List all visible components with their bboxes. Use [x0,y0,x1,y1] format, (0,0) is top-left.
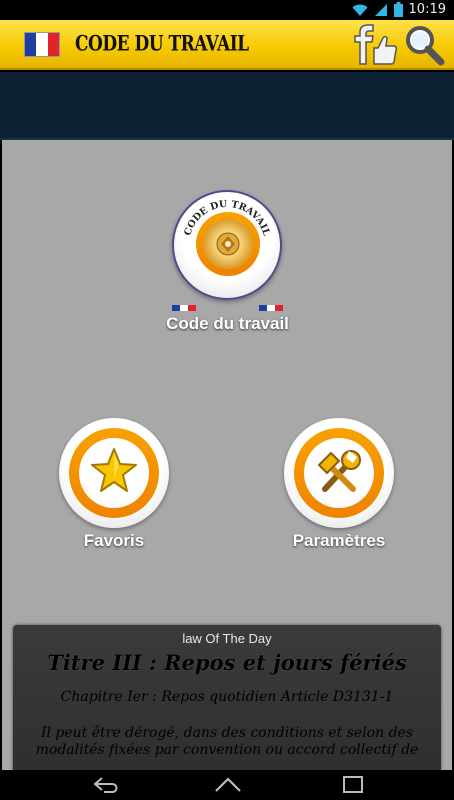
wifi-icon [352,4,368,16]
recent-apps-icon[interactable] [342,775,366,795]
ad-banner-area [0,72,454,140]
search-icon[interactable] [403,24,447,66]
star-icon [91,448,137,492]
code-du-travail-label: Code du travail [166,314,289,333]
status-time: 10:19 [408,2,446,17]
battery-icon [393,2,403,17]
parametres-button[interactable]: Paramètres [279,418,399,553]
home-icon[interactable] [214,775,242,795]
back-icon[interactable] [92,775,122,795]
app-title: CODE DU TRAVAIL [75,31,249,57]
law-title: Titre III : Repos et jours fériés [47,650,407,675]
signal-icon [374,3,387,16]
code-du-travail-button[interactable]: CODE DU TRAVAIL Code du travail [160,190,295,333]
status-icons: 10:19 [352,2,446,17]
tools-icon [317,450,361,492]
mini-flag-right-icon [259,305,283,311]
facebook-like-icon[interactable] [352,24,398,66]
app-bar: CODE DU TRAVAIL [0,20,454,70]
law-of-the-day-header: law Of The Day [182,631,272,646]
favoris-label: Favoris [83,531,145,550]
mini-flag-left-icon [172,305,196,311]
navigation-bar [0,770,454,800]
favoris-button[interactable]: Favoris [54,418,174,553]
french-flag-icon [24,32,60,57]
french-emblem-icon [216,232,240,256]
parametres-label: Paramètres [292,531,386,550]
law-of-the-day-panel[interactable]: law Of The Day Titre III : Repos et jour… [13,625,441,770]
code-logo: CODE DU TRAVAIL [172,190,282,300]
status-bar: 10:19 [0,0,454,20]
law-body: Il peut être dérogé, dans des conditions… [35,725,419,758]
law-chapter: Chapitre Ier : Repos quotidien Article D… [60,689,394,705]
